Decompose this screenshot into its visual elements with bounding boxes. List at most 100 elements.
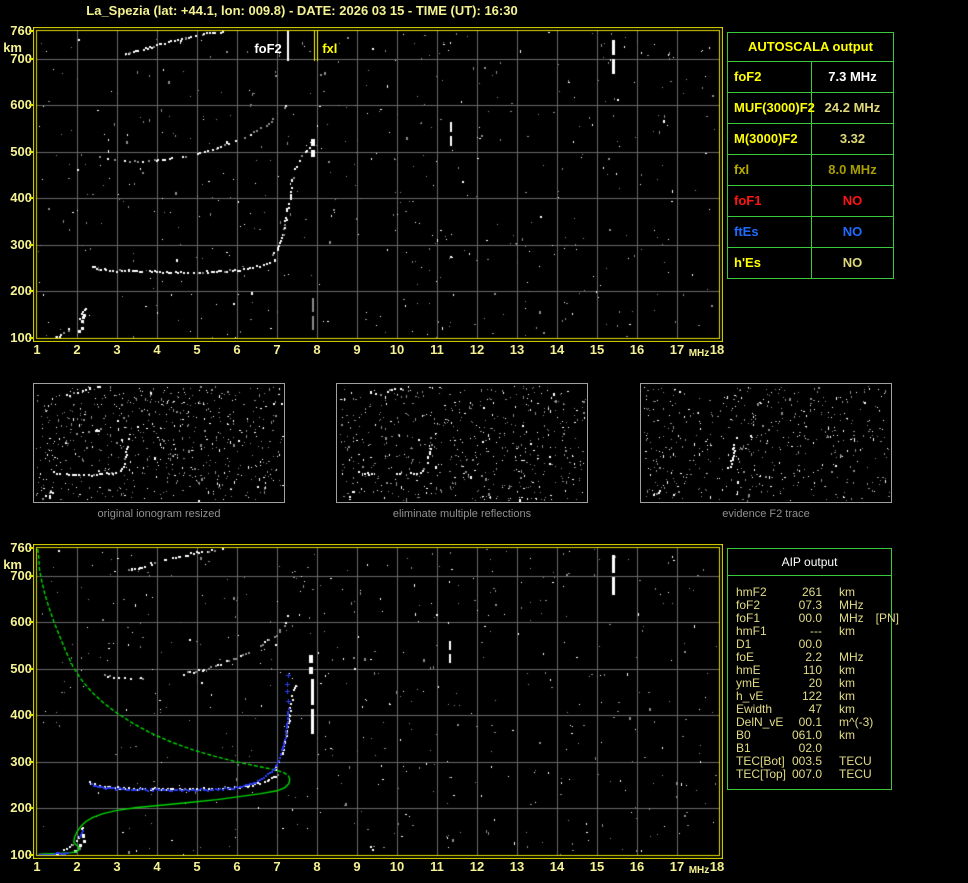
x-axis-tick-label: 16 bbox=[629, 859, 645, 874]
critical-frequency-marker-label-foF2: foF2 bbox=[254, 41, 282, 56]
autoscala-row-label: M(3000)F2 bbox=[728, 124, 812, 154]
y-axis-tick-label: 600 bbox=[10, 97, 32, 113]
y-axis-tick bbox=[29, 150, 33, 153]
x-axis-tick-label: 15 bbox=[589, 859, 605, 874]
autoscala-row-label: h'Es bbox=[728, 248, 812, 278]
y-axis-tick bbox=[29, 104, 33, 107]
autoscala-table-rows: foF2 7.3 MHz MUF(3000)F2 24.2 MHz M(3000)F2 3… bbox=[728, 62, 893, 278]
x-axis-tick-label: 12 bbox=[469, 342, 485, 357]
x-axis-unit-label: MHz bbox=[688, 348, 710, 359]
y-axis-tick bbox=[29, 547, 33, 549]
y-axis-tick bbox=[29, 574, 33, 577]
x-axis-tick-label: 9 bbox=[353, 859, 361, 874]
autoscala-row: M(3000)F2 3.32 bbox=[728, 124, 893, 155]
x-axis-tick-label: 14 bbox=[549, 342, 565, 357]
panel-original-ionogram bbox=[33, 383, 285, 503]
ionogram-canvas-bottom bbox=[33, 544, 723, 859]
y-axis-tick-label: 760 bbox=[10, 23, 32, 38]
aip-row-label: TEC[Top] bbox=[736, 767, 787, 781]
x-axis-tick-label: 1 bbox=[33, 859, 41, 874]
aip-row: TEC[Top] 007.0 TECU bbox=[736, 768, 891, 781]
x-axis-tick-label: 2 bbox=[73, 342, 81, 357]
x-axis-tick-label: 5 bbox=[193, 859, 201, 874]
autoscala-row-value: 7.3 MHz bbox=[828, 69, 877, 84]
y-axis-tick-label: 200 bbox=[10, 283, 32, 299]
aip-row-unit: km bbox=[839, 624, 855, 638]
x-axis-tick-label: 7 bbox=[273, 859, 281, 874]
y-axis-tick-label: 200 bbox=[10, 800, 32, 816]
y-axis-unit-label: km bbox=[3, 40, 22, 55]
autoscala-row: foF2 7.3 MHz bbox=[728, 62, 893, 93]
x-axis-tick-label: 11 bbox=[430, 342, 444, 357]
y-axis-tick bbox=[29, 336, 33, 339]
y-axis-tick bbox=[29, 714, 33, 717]
y-axis-tick bbox=[29, 57, 33, 60]
y-axis-tick-label: 400 bbox=[10, 707, 32, 723]
autoscala-row: fxl 8.0 MHz bbox=[728, 155, 893, 186]
autoscala-row-value: NO bbox=[842, 193, 863, 208]
critical-frequency-marker-label-fxl: fxl bbox=[322, 41, 338, 56]
aip-row-extra: [PN] bbox=[875, 611, 900, 625]
x-axis-tick-label: 5 bbox=[193, 342, 201, 357]
x-axis-tick-label: 9 bbox=[353, 342, 361, 357]
autoscala-row: h'Es NO bbox=[728, 248, 893, 278]
x-axis-tick-label: 10 bbox=[389, 859, 405, 874]
autoscala-row-value: 3.32 bbox=[839, 131, 866, 146]
autoscala-row-value: 24.2 MHz bbox=[824, 100, 881, 115]
x-axis-tick-label: 2 bbox=[73, 859, 81, 874]
x-axis-tick-label: 13 bbox=[509, 342, 525, 357]
autoscala-row-label: foF2 bbox=[728, 62, 812, 92]
station-title: La_Spezia (lat: +44.1, lon: 009.8) - DAT… bbox=[86, 3, 518, 18]
y-axis-tick-label: 600 bbox=[10, 614, 32, 630]
x-axis-tick-label: 11 bbox=[430, 859, 444, 874]
x-axis-tick-label: 3 bbox=[113, 859, 121, 874]
x-axis-unit-label: MHz bbox=[688, 865, 710, 876]
panel-caption-eliminate: eliminate multiple reflections bbox=[392, 508, 532, 520]
autoscala-window: La_Spezia (lat: +44.1, lon: 009.8) - DAT… bbox=[0, 0, 968, 883]
autoscala-row: MUF(3000)F2 24.2 MHz bbox=[728, 93, 893, 124]
autoscala-row-value: NO bbox=[842, 224, 863, 239]
x-axis-tick-label: 15 bbox=[589, 342, 605, 357]
autoscala-row-label: foF1 bbox=[728, 186, 812, 216]
panel-canvas-evidence bbox=[641, 384, 891, 502]
autoscala-output-table: AUTOSCALA output foF2 7.3 MHz MUF(3000)F2 2… bbox=[727, 32, 894, 279]
aip-row-value: 007.0 bbox=[791, 767, 822, 781]
y-axis-tick-label: 400 bbox=[10, 190, 32, 206]
aip-row-unit: TECU bbox=[839, 767, 872, 781]
x-axis-tick-label: 1 bbox=[33, 342, 41, 357]
y-axis-unit-label: km bbox=[3, 557, 22, 572]
autoscala-row: ftEs NO bbox=[728, 217, 893, 248]
x-axis-tick-label: 4 bbox=[153, 859, 161, 874]
y-axis-tick-label: 500 bbox=[10, 660, 32, 676]
autoscala-row: foF1 NO bbox=[728, 186, 893, 217]
aip-row-unit: km bbox=[839, 728, 855, 742]
y-axis-tick bbox=[29, 621, 33, 624]
x-axis-tick-label: 4 bbox=[153, 342, 161, 357]
autoscala-row-label: fxl bbox=[728, 155, 812, 185]
y-axis-tick bbox=[29, 30, 33, 32]
x-axis-tick-label: 8 bbox=[313, 342, 321, 357]
y-axis-tick bbox=[29, 243, 33, 246]
aip-output-table: AIP output hmF2 261 km foF2 07.3 MHz foF1 00.0 M… bbox=[727, 548, 899, 790]
ionogram-canvas-top bbox=[33, 27, 723, 342]
x-axis-tick-label: 6 bbox=[233, 342, 241, 357]
panel-eliminate-reflections bbox=[336, 383, 588, 503]
y-axis-tick bbox=[29, 290, 33, 293]
x-axis-tick-label: 12 bbox=[469, 859, 485, 874]
y-axis-tick-label: 300 bbox=[10, 236, 32, 252]
x-axis-tick-label: 14 bbox=[549, 859, 565, 874]
aip-table-title: AIP output bbox=[728, 549, 891, 576]
autoscala-row-label: MUF(3000)F2 bbox=[728, 93, 815, 123]
panel-caption-evidence: evidence F2 trace bbox=[722, 508, 810, 520]
y-axis-tick-label: 500 bbox=[10, 143, 32, 159]
panel-canvas-eliminate bbox=[337, 384, 587, 502]
autoscala-row-value: 8.0 MHz bbox=[828, 162, 877, 177]
x-axis-tick-label: 7 bbox=[273, 342, 281, 357]
autoscala-table-title: AUTOSCALA output bbox=[728, 33, 893, 62]
x-axis-tick-label: 6 bbox=[233, 859, 241, 874]
x-axis-tick-label: 13 bbox=[509, 859, 525, 874]
aip-table-rows: hmF2 261 km foF2 07.3 MHz foF1 00.0 MHz [PN] hmF1-… bbox=[728, 576, 899, 781]
panel-evidence-f2 bbox=[640, 383, 892, 503]
y-axis-tick bbox=[29, 760, 33, 763]
x-axis-tick-label: 10 bbox=[389, 342, 405, 357]
